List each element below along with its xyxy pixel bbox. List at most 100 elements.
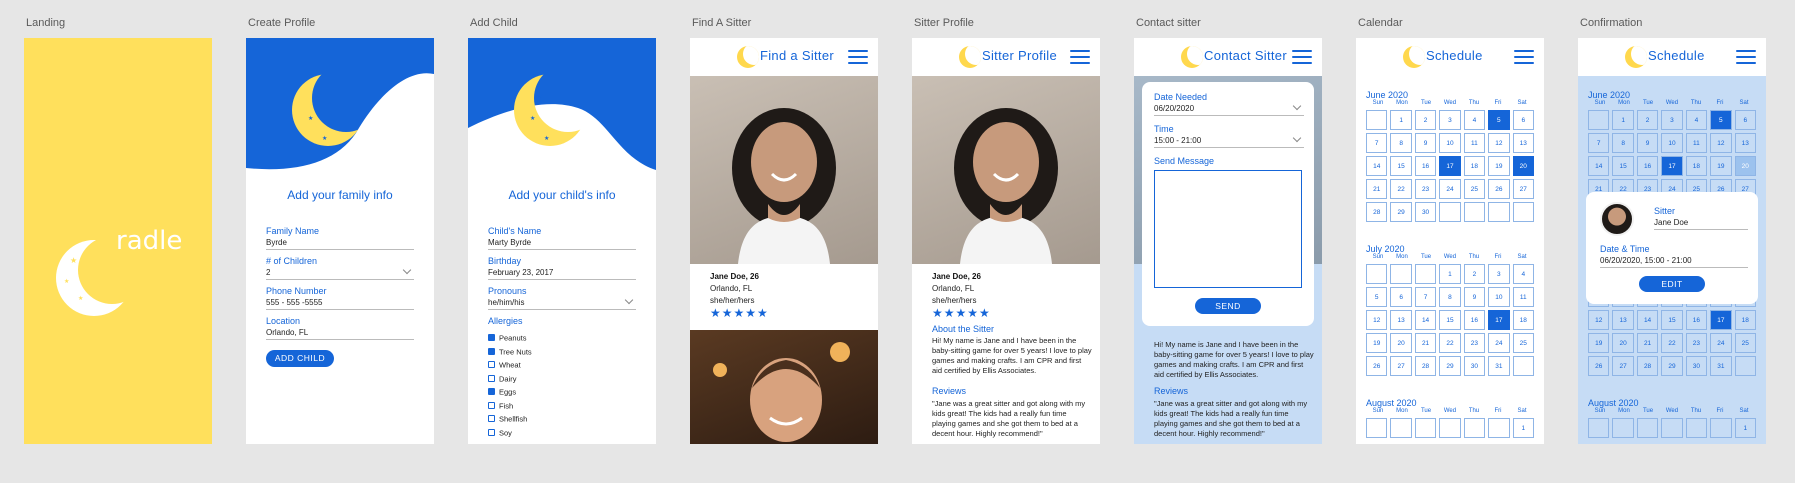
calendar-day[interactable]: 27 [1390,356,1412,376]
calendar-day[interactable]: 13 [1390,310,1412,330]
calendar-day[interactable]: 24 [1439,179,1461,199]
calendar-day[interactable]: 18 [1685,156,1708,176]
family-name-field[interactable]: Byrde [266,238,287,247]
calendar-day[interactable]: 17 [1661,156,1683,176]
calendar-day[interactable]: 11 [1512,287,1534,307]
calendar-day[interactable]: 4 [1512,264,1534,284]
calendar-day[interactable]: 18 [1463,156,1486,176]
calendar-day[interactable]: 2 [1636,110,1659,130]
calendar-day[interactable]: 1 [1512,418,1534,438]
calendar-day[interactable]: 19 [1588,333,1610,353]
calendar-day[interactable]: 27 [1512,179,1534,199]
calendar-day[interactable]: 31 [1488,356,1510,376]
send-button[interactable]: SEND [1195,298,1261,314]
calendar-day[interactable]: 31 [1710,356,1732,376]
calendar-day[interactable]: 23 [1685,333,1708,353]
calendar-day[interactable]: 23 [1414,179,1437,199]
calendar-day[interactable]: 1 [1390,110,1412,130]
chevron-down-icon[interactable] [1292,101,1302,111]
checkbox[interactable] [488,347,495,355]
calendar-day[interactable]: 17 [1439,156,1461,176]
calendar-day[interactable]: 1 [1439,264,1461,284]
calendar-day[interactable]: 9 [1636,133,1659,153]
calendar-day[interactable]: 22 [1439,333,1461,353]
calendar-day[interactable]: 13 [1734,133,1756,153]
checkbox[interactable] [488,374,495,382]
calendar-day[interactable]: 10 [1661,133,1683,153]
pronouns-select[interactable]: he/him/his [488,298,524,307]
calendar-day[interactable]: 11 [1463,133,1486,153]
calendar-day[interactable]: 17 [1710,310,1732,330]
calendar-day[interactable]: 4 [1463,110,1486,130]
calendar-day[interactable]: 6 [1512,110,1534,130]
sitter-photo[interactable] [690,76,878,264]
calendar-day[interactable]: 26 [1588,356,1610,376]
calendar-day[interactable]: 26 [1488,179,1510,199]
calendar-day[interactable]: 25 [1512,333,1534,353]
calendar-day[interactable]: 24 [1488,333,1510,353]
calendar-day[interactable]: 5 [1488,110,1510,130]
calendar-day[interactable]: 7 [1414,287,1437,307]
calendar-day[interactable]: 8 [1439,287,1461,307]
calendar-day[interactable]: 30 [1463,356,1486,376]
calendar-day[interactable]: 24 [1710,333,1732,353]
calendar-day[interactable]: 27 [1612,356,1634,376]
checkbox[interactable] [488,428,495,436]
calendar-day[interactable]: 11 [1685,133,1708,153]
calendar-day[interactable]: 1 [1734,418,1756,438]
calendar-day[interactable]: 20 [1612,333,1634,353]
calendar-day[interactable]: 12 [1488,133,1510,153]
chevron-down-icon[interactable] [1292,133,1302,143]
calendar-day[interactable]: 15 [1390,156,1412,176]
calendar-day[interactable]: 13 [1612,310,1634,330]
calendar-day[interactable]: 20 [1390,333,1412,353]
calendar-day[interactable]: 15 [1612,156,1634,176]
calendar-day[interactable]: 12 [1710,133,1732,153]
calendar-day[interactable]: 6 [1734,110,1756,130]
calendar-day[interactable]: 20 [1734,156,1756,176]
calendar-day[interactable]: 7 [1588,133,1610,153]
calendar-day[interactable]: 2 [1414,110,1437,130]
calendar-day[interactable]: 12 [1366,310,1388,330]
calendar-day[interactable]: 26 [1366,356,1388,376]
calendar-day[interactable]: 3 [1661,110,1683,130]
calendar-day[interactable]: 18 [1512,310,1534,330]
calendar-day[interactable]: 12 [1588,310,1610,330]
child-name-field[interactable]: Marty Byrde [488,238,531,247]
calendar-day[interactable]: 13 [1512,133,1534,153]
calendar-day[interactable]: 25 [1734,333,1756,353]
time-select[interactable]: 15:00 - 21:00 [1154,136,1201,145]
calendar-day[interactable]: 16 [1414,156,1437,176]
calendar-day[interactable]: 17 [1488,310,1510,330]
calendar-day[interactable]: 10 [1488,287,1510,307]
calendar-day[interactable]: 14 [1636,310,1659,330]
children-count-select[interactable]: 2 [266,268,270,277]
calendar-day[interactable]: 6 [1390,287,1412,307]
calendar-day[interactable]: 3 [1488,264,1510,284]
sitter-photo-2[interactable] [690,330,878,444]
calendar-day[interactable]: 30 [1685,356,1708,376]
calendar-day[interactable]: 21 [1414,333,1437,353]
calendar-day[interactable]: 16 [1685,310,1708,330]
hamburger-menu-icon[interactable] [1070,50,1090,64]
date-needed-select[interactable]: 06/20/2020 [1154,104,1194,113]
checkbox[interactable] [488,334,495,342]
checkbox[interactable] [488,361,495,369]
calendar-day[interactable]: 8 [1612,133,1634,153]
location-field[interactable]: Orlando, FL [266,328,308,337]
calendar-day[interactable]: 5 [1710,110,1732,130]
calendar-day[interactable]: 14 [1414,310,1437,330]
calendar-day[interactable]: 21 [1636,333,1659,353]
calendar-day[interactable]: 16 [1636,156,1659,176]
calendar-day[interactable]: 19 [1710,156,1732,176]
calendar-day[interactable]: 28 [1366,202,1388,222]
checkbox[interactable] [488,401,495,409]
calendar-day[interactable]: 22 [1661,333,1683,353]
calendar-day[interactable]: 25 [1463,179,1486,199]
message-textarea[interactable] [1154,170,1302,288]
phone-field[interactable]: 555 - 555 -5555 [266,298,323,307]
chevron-down-icon[interactable] [624,295,634,305]
add-child-button[interactable]: ADD CHILD [266,350,334,367]
calendar-day[interactable]: 14 [1366,156,1388,176]
calendar-day[interactable]: 29 [1661,356,1683,376]
